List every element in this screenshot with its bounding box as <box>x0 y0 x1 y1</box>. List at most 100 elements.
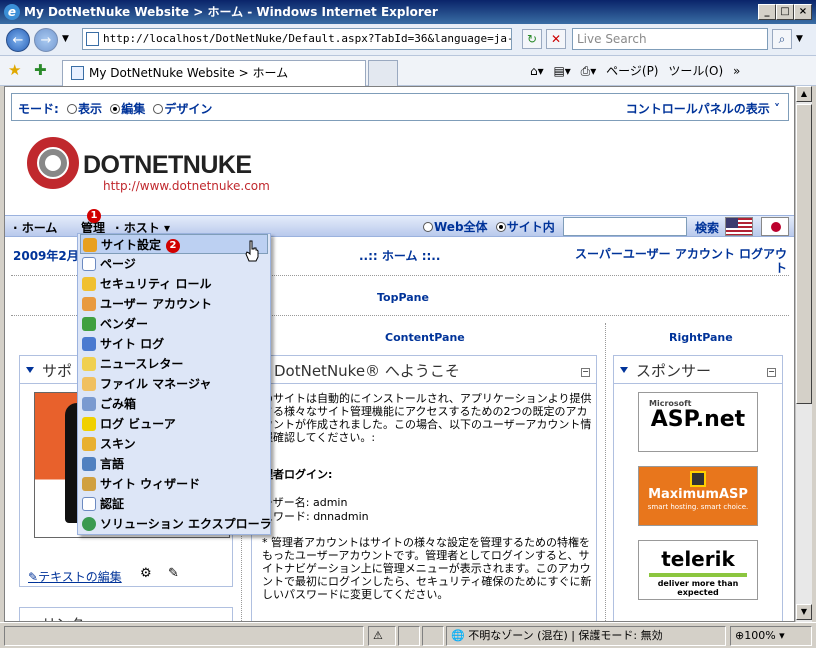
chevron-icon[interactable]: » <box>733 64 740 78</box>
back-button[interactable]: ← <box>6 28 30 52</box>
left-module-title: サポ <box>42 362 73 380</box>
admin-login-heading: 理者ログイン: <box>262 468 333 481</box>
link-module: リンク <box>19 607 233 621</box>
divider <box>605 323 606 621</box>
search-input[interactable]: Live Search <box>572 28 768 50</box>
sponsor-aspnet[interactable]: Microsoft ASP.net <box>638 392 758 452</box>
page-viewport: モード: 表示 編集 デザイン コントロールパネルの表示 ˅ DOTNETNUK… <box>4 86 795 622</box>
admin-menu-item-solution-explorer[interactable]: ソリューション エクスプローラ <box>80 514 272 534</box>
site-logo[interactable]: DOTNETNUKE http://www.dotnetnuke.com <box>27 137 287 197</box>
admin-menu-item-file-manager[interactable]: ファイル マネージャ <box>80 374 268 394</box>
refresh-button[interactable]: ↻ <box>522 29 542 49</box>
minimize-module-icon[interactable]: − <box>767 368 776 377</box>
admin-menu-item-authentication[interactable]: 認証 <box>80 494 268 514</box>
admin-menu-item-recycle-bin[interactable]: ごみ箱 <box>80 394 268 414</box>
pencil-icon: ✎ <box>28 570 39 584</box>
browser-tab[interactable]: My DotNetNuke Website > ホーム <box>62 60 366 86</box>
history-dropdown-icon[interactable]: ▼ <box>62 34 69 44</box>
page-icon <box>82 257 96 271</box>
admin-menu-item-user-accounts[interactable]: ユーザー アカウント <box>80 294 268 314</box>
mode-selector: モード: 表示 編集 デザイン <box>18 102 213 116</box>
user-links[interactable]: スーパーユーザー アカウント ログアウト <box>565 247 787 275</box>
admin-menu-item-security-roles[interactable]: セキュリティ ロール <box>80 274 268 294</box>
log-icon <box>82 337 96 351</box>
favorites-star-icon[interactable]: ★ <box>8 61 21 79</box>
menu-item-home[interactable]: · ホーム <box>13 219 57 236</box>
page-icon <box>86 32 99 46</box>
address-bar-row: ← → ▼ http://localhost/DotNetNuke/Defaul… <box>0 24 816 56</box>
command-bar: ⌂▾ ▤▾ ⎙▾ ページ(P) ツール(O) » <box>530 60 746 82</box>
home-icon[interactable]: ⌂▾ <box>530 64 544 78</box>
welcome-paragraph: のサイトは自動的にインストールされ、アプリケーションより提供さる様々なサイト管理… <box>262 392 592 444</box>
window-title-bar: e My DotNetNuke Website > ホーム - Windows … <box>0 0 816 24</box>
admin-username: ーザー名: admin <box>262 496 348 509</box>
scroll-thumb[interactable] <box>796 104 812 404</box>
zoom-control[interactable]: ⊕100% ▾ <box>730 626 812 646</box>
admin-menu-item-newsletters[interactable]: ニュースレター <box>80 354 268 374</box>
maximize-button[interactable]: □ <box>776 4 794 20</box>
admin-menu-item-vendors[interactable]: ベンダー <box>80 314 268 334</box>
site-search-input[interactable] <box>563 217 687 236</box>
mode-radio-design[interactable] <box>153 104 164 114</box>
show-control-panel-link[interactable]: コントロールパネルの表示 ˅ <box>626 100 780 117</box>
right-pane-label: RightPane <box>669 331 733 344</box>
sponsor-module: スポンサー − Microsoft ASP.net MaximumASP sma… <box>613 355 783 621</box>
site-search-button[interactable]: 検索 <box>695 219 719 236</box>
sponsor-telerik[interactable]: telerik deliver more than expected <box>638 540 758 600</box>
page-menu[interactable]: ページ(P) <box>606 64 658 78</box>
mode-radio-edit[interactable] <box>110 104 121 114</box>
users-icon <box>82 297 96 311</box>
sponsor-maximumasp[interactable]: MaximumASP smart hosting. smart choice. <box>638 466 758 526</box>
site-settings-icon <box>83 238 97 252</box>
search-scope: Web全体 サイト内 <box>419 218 555 235</box>
new-tab-button[interactable] <box>368 60 398 86</box>
tab-bar: ★ ✚ My DotNetNuke Website > ホーム ⌂▾ ▤▾ ⎙▾… <box>0 56 816 86</box>
scroll-up-icon[interactable]: ▲ <box>796 86 812 102</box>
search-dropdown-icon[interactable]: ▼ <box>796 34 803 44</box>
scope-radio-site[interactable] <box>495 222 506 232</box>
breadcrumb[interactable]: ..:: ホーム ::.. <box>359 247 440 264</box>
top-pane-label: TopPane <box>377 291 429 304</box>
module-settings-icon[interactable]: ⚙ <box>140 566 152 581</box>
add-favorite-icon[interactable]: ✚ <box>34 61 47 79</box>
print-icon[interactable]: ⎙▾ <box>581 64 597 78</box>
close-button[interactable]: × <box>794 4 812 20</box>
address-input[interactable]: http://localhost/DotNetNuke/Default.aspx… <box>82 28 512 50</box>
admin-menu-item-site-wizard[interactable]: サイト ウィザード <box>80 474 268 494</box>
jp-flag-icon[interactable] <box>761 217 789 236</box>
admin-menu-item-pages[interactable]: ページ <box>80 254 268 274</box>
status-bar: ⚠ 🌐 不明なゾーン (混在) | 保護モード: 無効 ⊕100% ▾ <box>0 622 816 648</box>
admin-menu-item-languages[interactable]: 言語 <box>80 454 268 474</box>
minimize-module-icon[interactable]: − <box>581 368 590 377</box>
zone-globe-icon: 🌐 <box>451 629 465 642</box>
module-actions-icon[interactable] <box>26 367 34 373</box>
forward-button[interactable]: → <box>34 28 58 52</box>
admin-note: * 管理者アカウントはサイトの様々な設定を管理するための特権をもったユーザーアカ… <box>262 536 592 601</box>
page-icon <box>71 66 84 80</box>
edit-text-link[interactable]: ✎テキストの編集 <box>28 568 122 585</box>
admin-menu-item-skins[interactable]: スキン <box>80 434 268 454</box>
stop-button[interactable]: ✕ <box>546 29 566 49</box>
mode-radio-view[interactable] <box>67 104 77 114</box>
status-cell <box>422 626 444 646</box>
warning-icon <box>82 417 96 431</box>
module-actions-icon[interactable] <box>620 367 628 373</box>
recycle-bin-icon <box>82 397 96 411</box>
module-edit-icon[interactable]: ✎ <box>168 566 179 581</box>
callout-badge-1: 1 <box>87 207 101 223</box>
popup-blocker-icon[interactable]: ⚠ <box>368 626 396 646</box>
us-flag-icon[interactable] <box>725 217 753 236</box>
tools-menu[interactable]: ツール(O) <box>668 64 723 78</box>
security-zone[interactable]: 🌐 不明なゾーン (混在) | 保護モード: 無効 <box>446 626 726 646</box>
status-text <box>4 626 364 646</box>
skins-icon <box>82 437 96 451</box>
scope-radio-web[interactable] <box>423 222 433 232</box>
admin-menu-item-log-viewer[interactable]: ログ ビューア <box>80 414 268 434</box>
feeds-icon[interactable]: ▤▾ <box>553 64 570 78</box>
vertical-scrollbar[interactable]: ▲ ▼ <box>795 86 812 622</box>
search-icon[interactable]: ⌕ <box>772 29 792 49</box>
welcome-title: DotNetNuke® へようこそ <box>274 362 460 380</box>
admin-menu-item-site-log[interactable]: サイト ログ <box>80 334 268 354</box>
minimize-button[interactable]: _ <box>758 4 776 20</box>
scroll-down-icon[interactable]: ▼ <box>796 604 812 620</box>
